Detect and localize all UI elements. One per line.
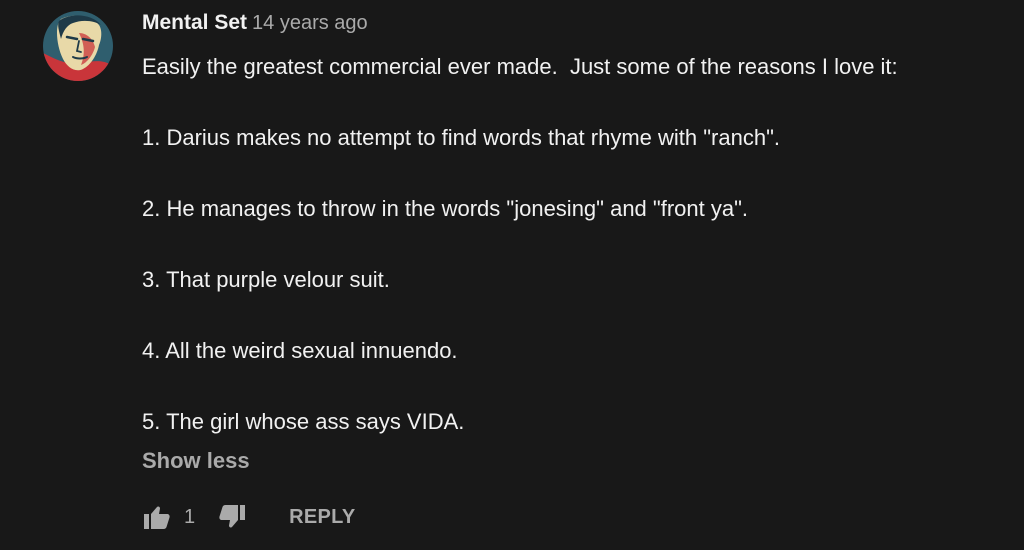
dislike-button[interactable] — [217, 502, 247, 532]
comment-thread: Mental Set 14 years ago Easily the greate… — [0, 0, 1024, 550]
comment-body: Easily the greatest commercial ever made… — [142, 51, 1022, 437]
comment-timestamp[interactable]: 14 years ago — [252, 12, 368, 34]
comment-list-item: 2. He manages to throw in the words "jon… — [142, 196, 749, 221]
thumbs-down-icon — [219, 505, 246, 528]
author-name[interactable]: Mental Set — [142, 11, 247, 34]
comment-list-item: 3. That purple velour suit. — [142, 267, 390, 292]
like-count: 1 — [184, 505, 196, 528]
comment-intro-line: Easily the greatest commercial ever made… — [142, 54, 898, 79]
reply-button[interactable]: REPLY — [289, 506, 355, 529]
comment-list-item: 1. Darius makes no attempt to find words… — [142, 125, 780, 150]
avatar[interactable] — [43, 11, 113, 81]
comment-header: Mental Set 14 years ago — [142, 11, 368, 35]
comment-list-item: 4. All the weird sexual innuendo. — [142, 338, 458, 363]
thumbs-up-icon — [144, 506, 170, 529]
comment-list-item: 5. The girl whose ass says VIDA. — [142, 409, 465, 434]
comment-actions: 1 REPLY — [142, 500, 355, 534]
show-less-button[interactable]: Show less — [142, 448, 250, 474]
like-button[interactable] — [142, 502, 172, 532]
user-avatar-portrait-icon — [43, 11, 113, 81]
